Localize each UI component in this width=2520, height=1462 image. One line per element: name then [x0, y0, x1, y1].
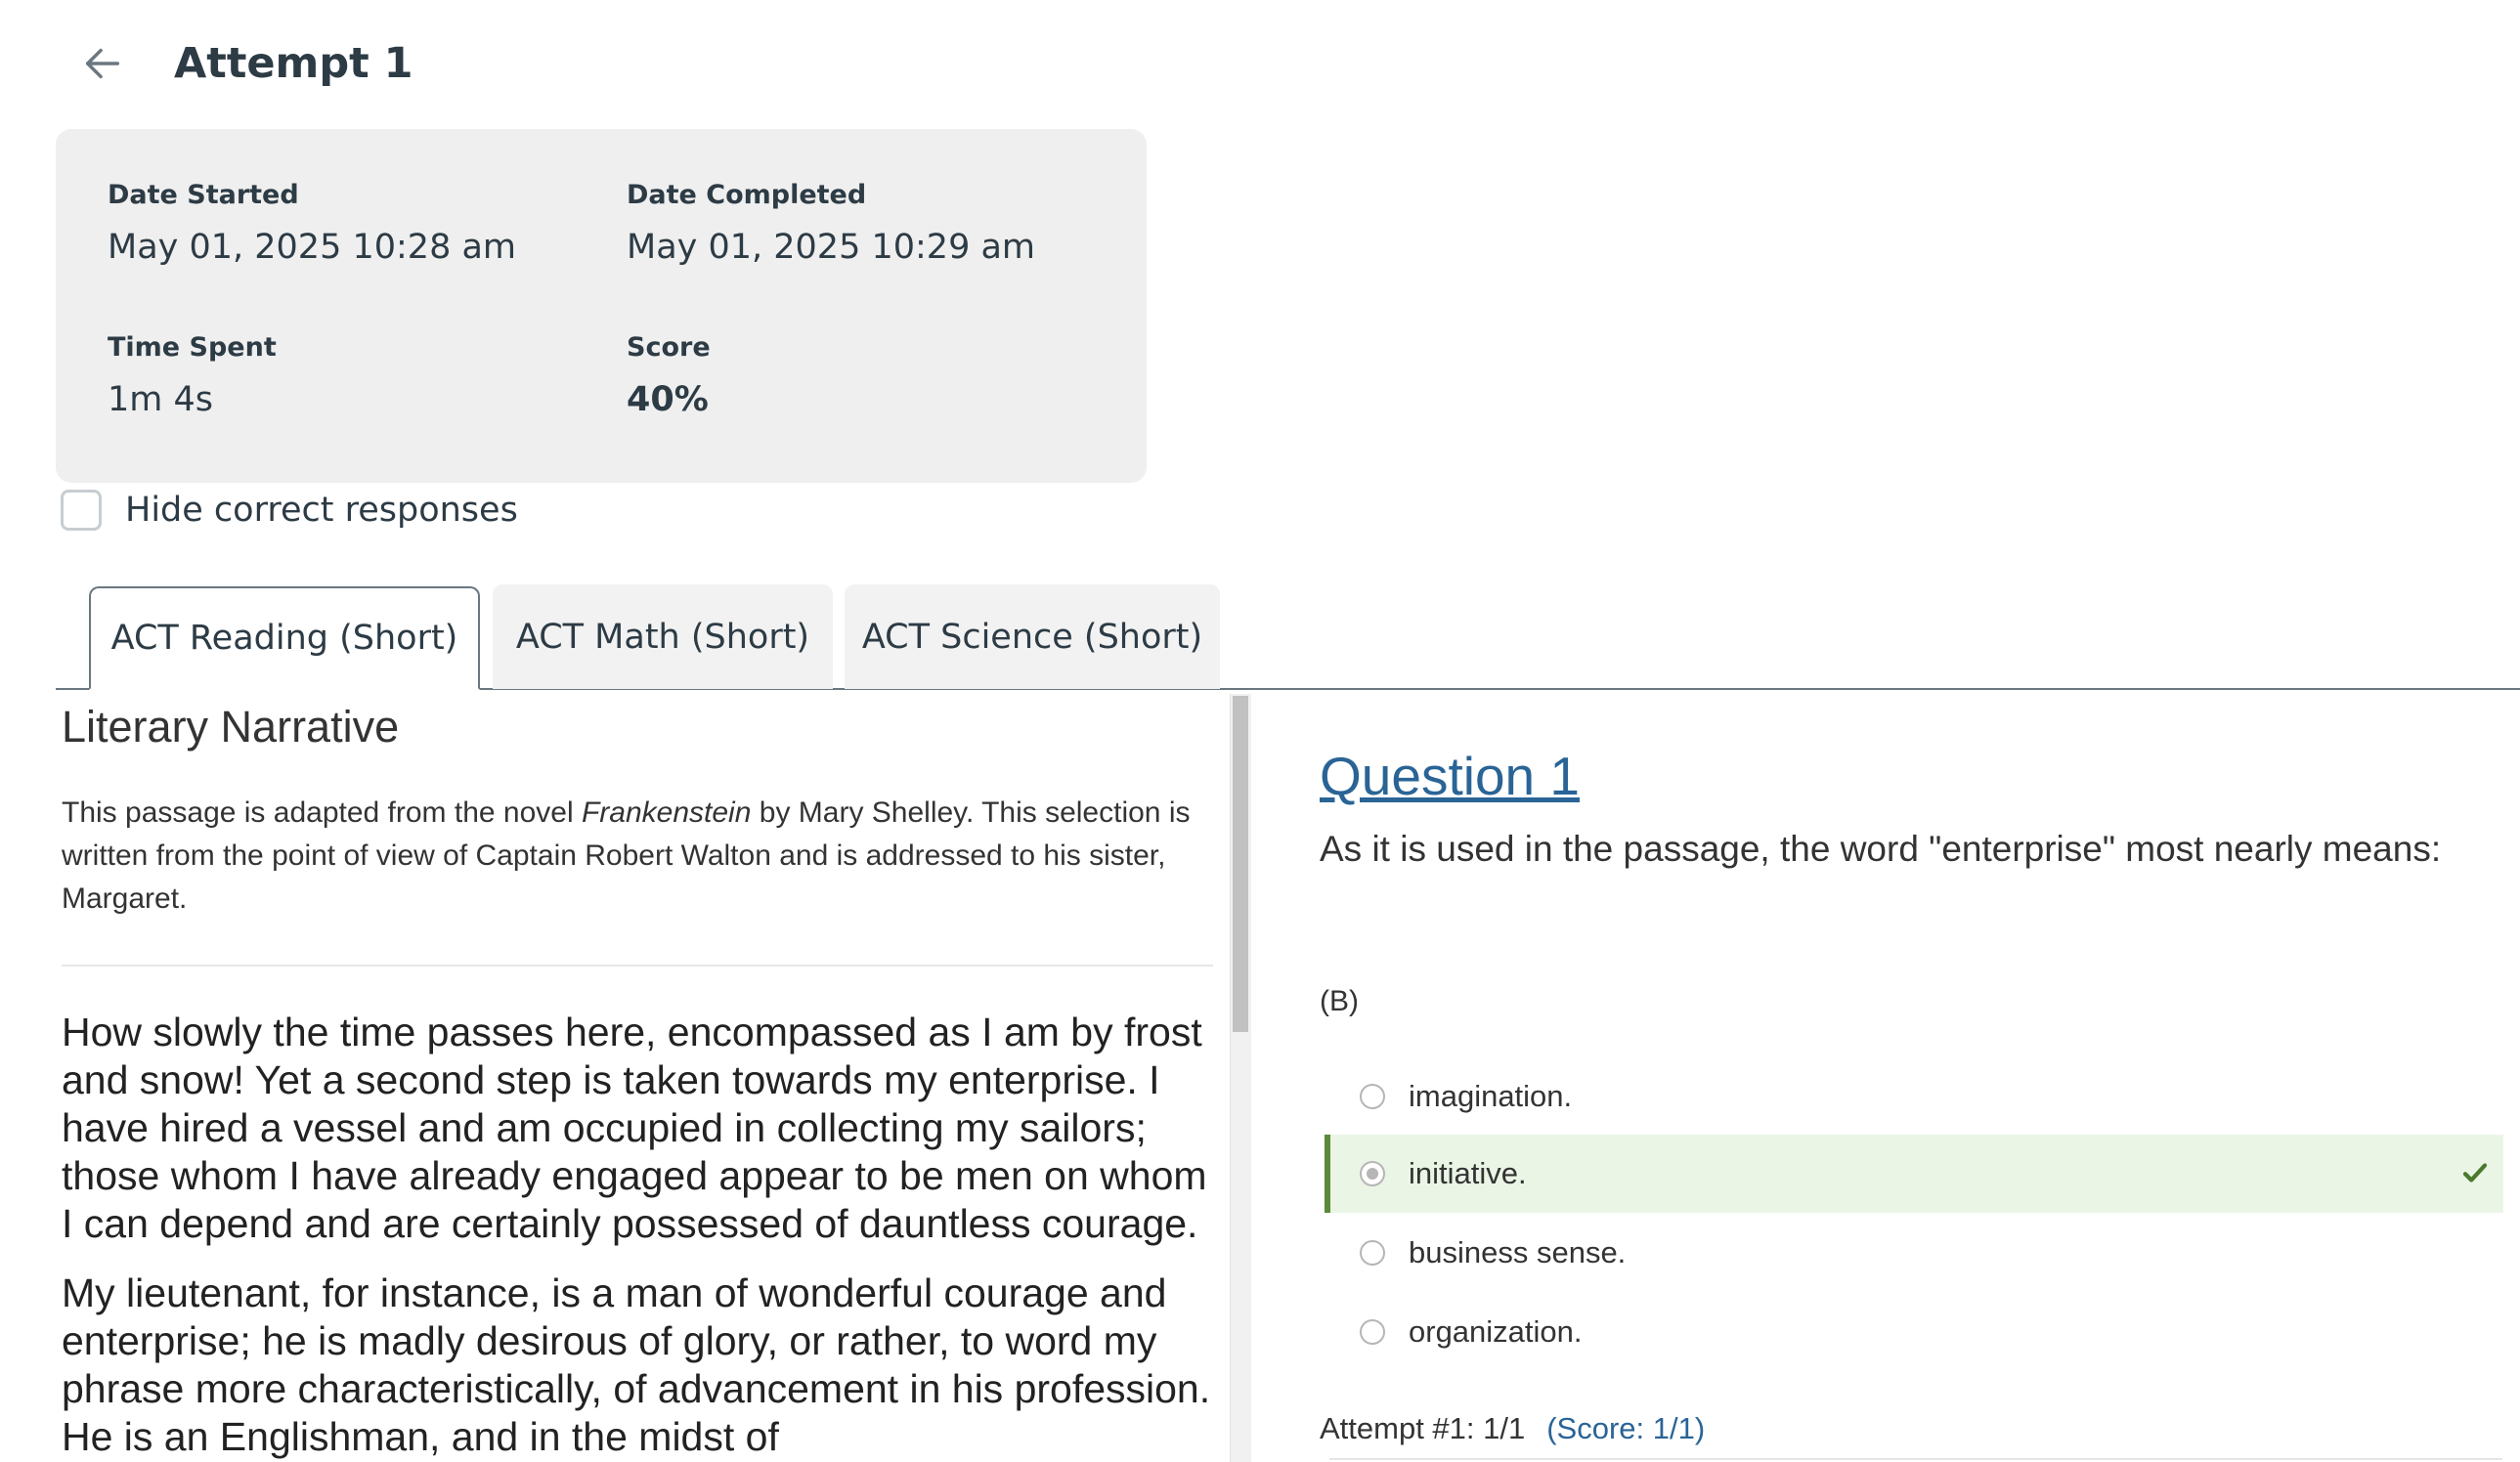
passage-intro: This passage is adapted from the novel F… [62, 792, 1214, 921]
radio-button[interactable] [1360, 1084, 1385, 1109]
attempt-result: Attempt #1: 1/1 (Score: 1/1) [1320, 1411, 1705, 1446]
passage-intro-text: This passage is adapted from the novel [62, 796, 582, 829]
question-text: As it is used in the passage, the word "… [1320, 829, 2442, 869]
passage-intro-book-title: Frankenstein [581, 796, 752, 829]
radio-button-selected[interactable] [1360, 1161, 1385, 1186]
answer-label: organization. [1409, 1314, 1583, 1349]
selected-answer-letter: (B) [1320, 985, 1359, 1017]
attempt-page: Attempt 1 Date Started May 01, 2025 10:2… [0, 0, 2520, 1462]
passage-paragraph: My lieutenant, for instance, is a man of… [62, 1270, 1211, 1459]
back-button[interactable] [59, 29, 147, 98]
time-spent: Time Spent 1m 4s [108, 332, 277, 419]
answer-option[interactable]: business sense. [1325, 1214, 2503, 1292]
time-spent-label: Time Spent [108, 332, 277, 363]
question-title-link[interactable]: Question 1 [1320, 745, 1580, 807]
score: Score 40% [627, 332, 711, 419]
passage-paragraph: How slowly the time passes here, encompa… [62, 1010, 1207, 1246]
score-label: Score [627, 332, 711, 363]
date-completed: Date Completed May 01, 2025 10:29 am [627, 180, 1035, 267]
answer-option-correct[interactable]: initiative. [1325, 1135, 2503, 1213]
tab-act-science[interactable]: ACT Science (Short) [845, 584, 1220, 689]
answer-label: initiative. [1409, 1156, 1527, 1190]
passage-body: How slowly the time passes here, encompa… [62, 1009, 1214, 1462]
passage-pane: Literary Narrative This passage is adapt… [56, 694, 1214, 1462]
attempt-label: Attempt #1: 1/1 [1320, 1411, 1526, 1445]
passage-title: Literary Narrative [62, 702, 400, 752]
hide-correct-label[interactable]: Hide correct responses [125, 491, 518, 530]
answer-label: imagination. [1409, 1079, 1573, 1113]
score-value: 40% [627, 380, 709, 419]
date-completed-label: Date Completed [627, 180, 867, 210]
date-completed-value: May 01, 2025 10:29 am [627, 228, 1036, 267]
tab-act-reading[interactable]: ACT Reading (Short) [89, 586, 480, 690]
tab-act-math[interactable]: ACT Math (Short) [493, 584, 833, 689]
radio-button[interactable] [1360, 1319, 1385, 1345]
date-started-label: Date Started [108, 180, 299, 210]
radio-button[interactable] [1360, 1240, 1385, 1266]
passage-divider [62, 965, 1213, 967]
time-spent-value: 1m 4s [108, 380, 213, 419]
hide-correct-checkbox[interactable] [61, 490, 102, 531]
page-title: Attempt 1 [174, 39, 413, 88]
attempt-summary-card: Date Started May 01, 2025 10:28 am Date … [56, 129, 1147, 483]
answer-option[interactable]: organization. [1325, 1293, 2503, 1371]
date-started: Date Started May 01, 2025 10:28 am [108, 180, 516, 267]
attempt-score: (Score: 1/1) [1546, 1411, 1706, 1445]
question-divider [1329, 1458, 2502, 1460]
checkmark-icon [2462, 1163, 2488, 1182]
answer-label: business sense. [1409, 1235, 1627, 1269]
date-started-value: May 01, 2025 10:28 am [108, 228, 517, 267]
arrow-left-icon [85, 48, 120, 79]
answer-option[interactable]: imagination. [1325, 1057, 2503, 1136]
passage-scrollbar-thumb[interactable] [1233, 696, 1248, 1032]
hide-correct-responses-option: Hide correct responses [61, 487, 518, 534]
page-header: Attempt 1 [59, 29, 413, 98]
